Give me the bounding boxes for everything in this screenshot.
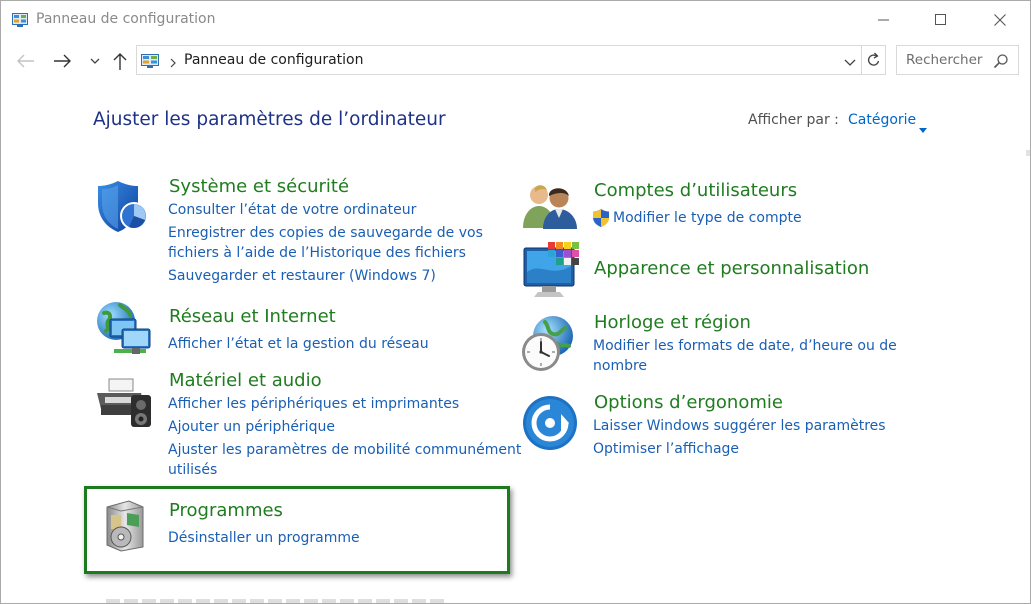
users-icon[interactable] (521, 182, 581, 234)
link-add-device[interactable]: Ajouter un périphérique (168, 417, 335, 437)
printer-speaker-icon[interactable] (95, 375, 155, 433)
minimize-icon (878, 19, 889, 21)
forward-button[interactable] (52, 51, 74, 71)
link-devices-printers[interactable]: Afficher les périphériques et imprimante… (168, 394, 459, 414)
chevron-down-icon (90, 58, 100, 64)
link-uninstall-program[interactable]: Désinstaller un programme (168, 528, 360, 548)
close-icon (994, 14, 1006, 26)
up-button[interactable] (110, 50, 130, 72)
monitor-palette-icon[interactable] (522, 242, 582, 304)
link-check-computer-status[interactable]: Consulter l’état de votre ordinateur (168, 200, 416, 220)
back-button[interactable] (14, 51, 36, 71)
category-title-system[interactable]: Système et sécurité (169, 176, 349, 197)
link-change-date-formats-2[interactable]: nombre (593, 356, 647, 376)
window-title: Panneau de configuration (36, 11, 216, 27)
arrow-right-icon (54, 54, 71, 68)
arrow-left-icon (17, 54, 34, 68)
scroll-indicator[interactable] (1025, 143, 1031, 156)
close-button[interactable] (977, 1, 1023, 39)
link-windows-suggest-settings[interactable]: Laisser Windows suggérer les paramètres (593, 416, 886, 436)
title-bar: Panneau de configuration (1, 1, 1030, 39)
breadcrumb-separator-icon[interactable] (168, 54, 178, 68)
link-change-date-formats[interactable]: Modifier les formats de date, d’heure ou… (593, 336, 897, 356)
link-mobility-settings-2[interactable]: utilisés (168, 460, 217, 480)
link-file-history[interactable]: Enregistrer des copies de sauvegarde de … (168, 223, 483, 243)
page-title: Ajuster les paramètres de l’ordinateur (93, 109, 446, 130)
link-change-account-type[interactable]: Modifier le type de compte (613, 208, 802, 228)
link-backup-restore[interactable]: Sauvegarder et restaurer (Windows 7) (168, 266, 436, 286)
uac-shield-icon (592, 208, 610, 232)
clock-globe-icon[interactable] (519, 314, 579, 378)
caret-down-icon[interactable] (919, 118, 927, 133)
minimize-button[interactable] (861, 1, 907, 39)
control-panel-window: Panneau de configuration Panneau de conf… (0, 0, 1031, 604)
search-icon[interactable] (993, 53, 1009, 69)
address-dropdown-icon[interactable] (843, 54, 857, 66)
category-title-accounts[interactable]: Comptes d’utilisateurs (594, 180, 797, 201)
view-by-label: Afficher par : (748, 112, 839, 128)
control-panel-icon (141, 53, 159, 68)
programs-disc-icon[interactable] (99, 497, 149, 557)
link-optimize-display[interactable]: Optimiser l’affichage (593, 439, 739, 459)
control-panel-icon (12, 12, 28, 27)
maximize-icon (935, 14, 946, 25)
category-title-appearance[interactable]: Apparence et personnalisation (594, 258, 869, 279)
category-title-programs[interactable]: Programmes (169, 500, 283, 521)
category-title-clock[interactable]: Horloge et région (594, 312, 751, 333)
view-by-dropdown[interactable]: Catégorie (848, 112, 916, 128)
shield-icon[interactable] (96, 179, 154, 239)
search-box[interactable] (896, 45, 1019, 75)
category-title-hardware[interactable]: Matériel et audio (169, 370, 322, 391)
link-mobility-settings[interactable]: Ajuster les paramètres de mobilité commu… (168, 440, 521, 460)
ease-of-access-icon[interactable] (521, 394, 579, 456)
refresh-icon (867, 52, 879, 66)
arrow-up-icon (113, 53, 127, 70)
search-input[interactable] (897, 46, 993, 74)
refresh-button[interactable] (862, 45, 886, 75)
breadcrumb-current[interactable]: Panneau de configuration (184, 52, 363, 68)
navigation-bar: Panneau de configuration (1, 39, 1030, 83)
category-title-network[interactable]: Réseau et Internet (169, 306, 336, 327)
maximize-button[interactable] (918, 1, 964, 39)
clipped-content-below (106, 599, 446, 603)
address-bar[interactable]: Panneau de configuration (136, 45, 862, 75)
link-file-history-2[interactable]: fichiers à l’aide de l’Historique des fi… (168, 243, 466, 263)
link-network-status[interactable]: Afficher l’état et la gestion du réseau (168, 334, 429, 354)
recent-locations-button[interactable] (88, 53, 102, 69)
category-title-ease[interactable]: Options d’ergonomie (594, 392, 783, 413)
network-globe-icon[interactable] (94, 299, 154, 363)
